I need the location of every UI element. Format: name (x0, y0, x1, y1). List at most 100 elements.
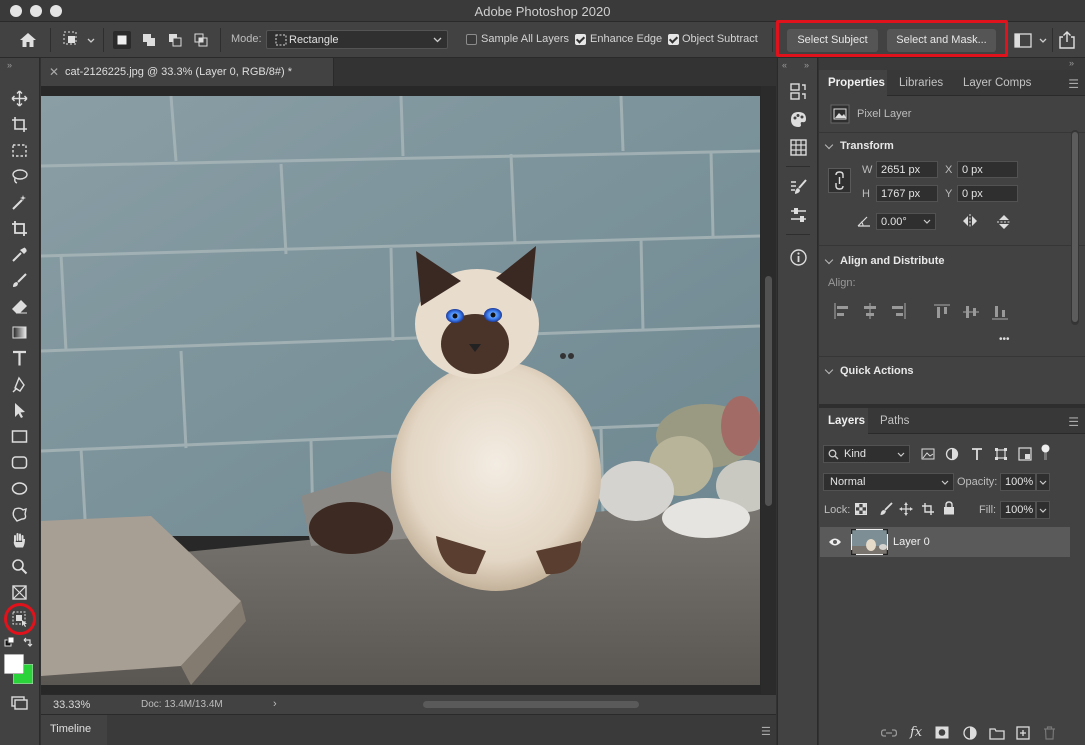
color-palette-icon[interactable] (789, 110, 808, 129)
layer-name[interactable]: Layer 0 (893, 536, 930, 548)
rounded-rectangle-icon[interactable] (9, 452, 29, 472)
swatches-icon[interactable] (789, 138, 808, 157)
rectangular-marquee-icon[interactable] (9, 140, 29, 160)
timeline-menu-icon[interactable]: ☰ (761, 725, 771, 738)
properties-scrollbar[interactable] (1071, 130, 1079, 325)
crop-tool-icon[interactable] (9, 218, 29, 238)
new-layer-icon[interactable] (1016, 726, 1030, 740)
horizontal-scrollbar[interactable] (423, 701, 639, 708)
layer-row[interactable]: Layer 0 (820, 527, 1070, 557)
zoom-tool-icon[interactable] (9, 556, 29, 576)
screen-mode-icon[interactable] (9, 692, 29, 712)
visibility-eye-icon[interactable] (828, 537, 842, 547)
object-subtract-checkbox[interactable] (668, 34, 679, 45)
opacity-dropdown[interactable] (1036, 473, 1050, 491)
add-mask-icon[interactable] (935, 726, 949, 739)
filter-shape-icon[interactable] (994, 447, 1008, 461)
delete-layer-icon[interactable] (1043, 726, 1056, 740)
default-colors-icon[interactable] (4, 636, 36, 650)
lock-image-pixels-icon[interactable] (879, 502, 893, 516)
brush-settings-icon[interactable] (789, 178, 808, 197)
intersect-selection-button[interactable] (192, 31, 210, 49)
link-dimensions-icon[interactable] (828, 168, 851, 193)
quick-actions-caret[interactable] (824, 365, 834, 375)
collapse-panels-icon[interactable]: » (1069, 58, 1074, 68)
canvas-area[interactable] (41, 86, 761, 694)
adjustments-icon[interactable] (789, 206, 808, 225)
subtract-from-selection-button[interactable] (166, 31, 184, 49)
new-selection-button[interactable] (113, 31, 131, 49)
tab-paths[interactable]: Paths (880, 408, 909, 434)
align-vertical-centers-icon[interactable] (963, 303, 979, 321)
ellipse-tool-icon[interactable] (9, 478, 29, 498)
flip-horizontal-icon[interactable] (962, 214, 978, 228)
align-right-edges-icon[interactable] (889, 303, 907, 319)
lock-artboard-icon[interactable] (921, 502, 935, 516)
tab-layers[interactable]: Layers (819, 408, 868, 434)
opacity-field[interactable]: 100% (1000, 473, 1036, 491)
mode-select[interactable]: Rectangle (266, 30, 448, 49)
tool-preset-picker[interactable] (60, 28, 96, 52)
more-options-icon[interactable]: ••• (999, 334, 1010, 345)
align-bottom-edges-icon[interactable] (992, 303, 1008, 321)
quick-actions-title[interactable]: Quick Actions (840, 365, 914, 377)
eraser-tool-icon[interactable] (9, 296, 29, 316)
layers-menu-icon[interactable]: ☰ (1068, 415, 1079, 429)
flip-vertical-icon[interactable] (997, 214, 1011, 230)
close-document-icon[interactable]: ✕ (49, 65, 59, 79)
fill-field[interactable]: 100% (1000, 501, 1036, 519)
enhance-edge-checkbox[interactable] (575, 34, 586, 45)
cat-photo[interactable] (41, 96, 760, 685)
blend-mode-select[interactable]: Normal (823, 473, 954, 491)
align-caret[interactable] (824, 255, 834, 265)
lasso-tool-icon[interactable] (9, 166, 29, 186)
frame-tool-icon[interactable] (9, 582, 29, 602)
pen-tool-icon[interactable] (9, 374, 29, 394)
new-adjustment-layer-icon[interactable] (963, 726, 977, 740)
filter-toggle-switch[interactable] (1041, 444, 1050, 460)
lock-position-icon[interactable] (899, 502, 913, 516)
layer-thumbnail[interactable] (851, 529, 888, 555)
custom-shape-icon[interactable] (9, 504, 29, 524)
new-group-icon[interactable] (989, 726, 1005, 740)
collapse-toolbar-icon[interactable]: » (7, 60, 12, 70)
layer-style-icon[interactable]: fx (910, 725, 922, 740)
link-layers-icon[interactable] (881, 727, 897, 739)
width-field[interactable]: 2651 px (876, 161, 938, 178)
properties-menu-icon[interactable]: ☰ (1068, 77, 1079, 91)
artboard-tool-icon[interactable] (9, 114, 29, 134)
height-field[interactable]: 1767 px (876, 185, 938, 202)
sample-all-layers-checkbox[interactable] (466, 34, 477, 45)
magic-wand-icon[interactable] (9, 192, 29, 212)
x-field[interactable]: 0 px (957, 161, 1018, 178)
tab-properties[interactable]: Properties (819, 70, 887, 96)
zoom-level[interactable]: 33.33% (53, 699, 90, 711)
eyedropper-icon[interactable] (9, 244, 29, 264)
collapse-left-icon[interactable]: « (782, 60, 787, 70)
filter-adjustment-icon[interactable] (945, 447, 959, 461)
home-icon[interactable] (18, 30, 38, 50)
document-tab[interactable]: ✕ cat-2126225.jpg @ 33.3% (Layer 0, RGB/… (41, 58, 334, 86)
path-selection-icon[interactable] (9, 400, 29, 420)
history-icon[interactable] (789, 82, 808, 101)
status-menu-icon[interactable]: › (273, 698, 277, 710)
add-to-selection-button[interactable] (140, 31, 158, 49)
align-top-edges-icon[interactable] (934, 303, 950, 321)
brush-tool-icon[interactable] (9, 270, 29, 290)
transform-title[interactable]: Transform (840, 140, 894, 152)
collapse-right-icon[interactable]: » (804, 60, 809, 70)
lock-transparent-pixels-icon[interactable] (855, 503, 867, 515)
type-tool-icon[interactable] (9, 348, 29, 368)
align-left-edges-icon[interactable] (833, 303, 851, 319)
align-horizontal-centers-icon[interactable] (861, 303, 879, 319)
hand-tool-icon[interactable] (9, 530, 29, 550)
tab-libraries[interactable]: Libraries (899, 70, 943, 96)
vertical-scrollbar[interactable] (761, 86, 776, 694)
filter-smart-object-icon[interactable] (1018, 447, 1032, 461)
lock-all-icon[interactable] (943, 501, 955, 515)
transform-caret[interactable] (824, 140, 834, 150)
align-title[interactable]: Align and Distribute (840, 255, 945, 267)
workspace-icon[interactable] (1014, 33, 1050, 49)
gradient-tool-icon[interactable] (9, 322, 29, 342)
fill-dropdown[interactable] (1036, 501, 1050, 519)
